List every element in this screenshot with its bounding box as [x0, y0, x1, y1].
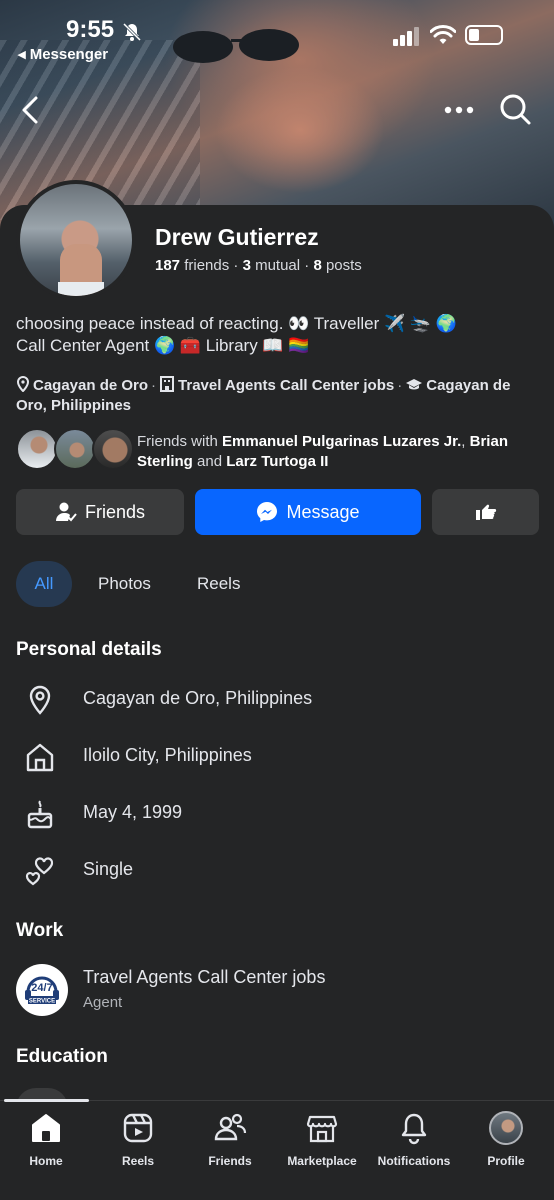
poke-button[interactable]	[432, 489, 539, 535]
meta-work[interactable]: Travel Agents Call Center jobs	[178, 377, 394, 394]
friends-button[interactable]: Friends	[16, 489, 184, 535]
mutual-count[interactable]: 3	[243, 257, 251, 274]
back-to-messenger-link[interactable]: ◂ Messenger	[18, 45, 108, 63]
reels-icon	[123, 1113, 153, 1143]
tab-reels-label: Reels	[121, 1154, 155, 1168]
mutual-friend-avatar	[16, 428, 58, 470]
message-button-label: Message	[286, 501, 360, 522]
tab-friends-label: Friends	[208, 1154, 252, 1168]
cellular-signal-icon	[393, 27, 419, 46]
hometown-text: Iloilo City, Philippines	[83, 745, 252, 765]
work-employer[interactable]: Travel Agents Call Center jobs	[83, 967, 325, 988]
detail-hometown[interactable]: Iloilo City, Philippines	[0, 737, 554, 777]
status-time: 9:55	[66, 16, 115, 43]
tab-marketplace-label: Marketplace	[287, 1154, 357, 1168]
bio-line-2: Call Center Agent 🌍 🧰 Library 📖 🏳️‍🌈	[16, 336, 310, 355]
detail-current-city[interactable]: Cagayan de Oro, Philippines	[0, 680, 554, 720]
current-city-text: Cagayan de Oro, Philippines	[83, 688, 313, 708]
bottom-tab-bar: Home Reels Friends Marketplace Notificat…	[0, 1099, 554, 1200]
profile-tab-avatar	[489, 1111, 523, 1145]
tab-home-label: Home	[29, 1154, 63, 1168]
friends-button-label: Friends	[84, 501, 146, 522]
svg-text:SERVICE: SERVICE	[29, 999, 55, 1005]
home-icon	[26, 743, 54, 772]
tab-home[interactable]: Home	[0, 1111, 92, 1168]
profile-bio: choosing peace instead of reacting. 👀 Tr…	[16, 313, 536, 357]
friends-label: friends ·	[180, 257, 243, 274]
profile-avatar[interactable]	[16, 180, 136, 300]
headset-logo-icon: 24/7 SERVICE	[25, 976, 59, 1005]
work-heading: Work	[16, 920, 64, 941]
birthday-cake-icon	[27, 800, 53, 829]
search-icon[interactable]	[498, 92, 532, 126]
meta-location[interactable]: Cagayan de Oro	[33, 377, 148, 394]
detail-relationship[interactable]: Single	[0, 851, 554, 891]
wifi-icon	[430, 25, 456, 44]
tab-profile[interactable]: Profile	[460, 1111, 552, 1168]
location-pin-icon	[16, 376, 30, 392]
bell-icon	[401, 1113, 427, 1145]
bio-line-1: choosing peace instead of reacting. 👀 Tr…	[16, 314, 457, 333]
profile-stats: 187 friends · 3 mutual · 8 posts	[155, 257, 362, 274]
tab-reels[interactable]: Reels	[197, 561, 240, 607]
mutual-friend-name[interactable]: Larz Turtoga II	[226, 453, 328, 470]
message-button[interactable]: Message	[195, 489, 421, 535]
tab-notifications[interactable]: Notifications	[368, 1111, 460, 1168]
location-pin-icon	[29, 685, 51, 715]
status-bar: 9:55 ◂ Messenger	[0, 10, 554, 70]
posts-count: 8	[313, 257, 322, 274]
tab-reels-nav[interactable]: Reels	[92, 1111, 184, 1168]
more-options-icon[interactable]	[442, 95, 476, 125]
mutual-friends-text: Friends with Emmanuel Pulgarinas Luzares…	[137, 433, 508, 470]
mutual-friend-name[interactable]: Emmanuel Pulgarinas Luzares Jr.	[222, 433, 461, 450]
relationship-text: Single	[83, 859, 134, 879]
profile-name: Drew Gutierrez	[155, 224, 319, 250]
tab-all[interactable]: All	[16, 561, 72, 607]
tab-notifications-label: Notifications	[377, 1154, 451, 1168]
work-logo[interactable]: 24/7 SERVICE	[16, 964, 68, 1016]
hearts-icon	[25, 857, 54, 886]
tab-profile-label: Profile	[487, 1154, 525, 1168]
battery-icon	[465, 25, 503, 45]
posts-label: posts	[321, 257, 362, 274]
mutual-friends-row[interactable]: Friends with Emmanuel Pulgarinas Luzares…	[16, 428, 541, 472]
graduation-cap-icon	[406, 379, 423, 390]
svg-text:24/7: 24/7	[31, 982, 52, 994]
education-heading: Education	[16, 1046, 108, 1067]
pointing-hand-icon	[475, 504, 496, 520]
active-tab-indicator	[4, 1099, 89, 1102]
mutual-friend-avatar	[92, 428, 134, 470]
mutual-label: mutual ·	[250, 257, 314, 274]
back-arrow-icon[interactable]	[16, 93, 46, 127]
messenger-icon	[257, 502, 278, 522]
tab-friends[interactable]: Friends	[184, 1111, 276, 1168]
profile-intro-meta: Cagayan de Oro · Travel Agents Call Center…	[16, 376, 511, 414]
friends-icon	[214, 1113, 247, 1141]
home-icon	[32, 1114, 60, 1142]
mutual-friend-avatar	[54, 428, 96, 470]
personal-details-heading: Personal details	[16, 639, 162, 660]
tab-marketplace[interactable]: Marketplace	[276, 1111, 368, 1168]
friends-count[interactable]: 187	[155, 257, 180, 274]
work-role: Agent	[83, 994, 123, 1011]
person-check-icon	[55, 502, 77, 522]
silent-bell-icon	[122, 22, 142, 42]
tab-photos[interactable]: Photos	[98, 561, 151, 607]
birthday-text: May 4, 1999	[83, 802, 183, 822]
building-icon	[160, 376, 175, 392]
marketplace-store-icon	[306, 1115, 338, 1143]
detail-birthday[interactable]: May 4, 1999	[0, 794, 554, 834]
